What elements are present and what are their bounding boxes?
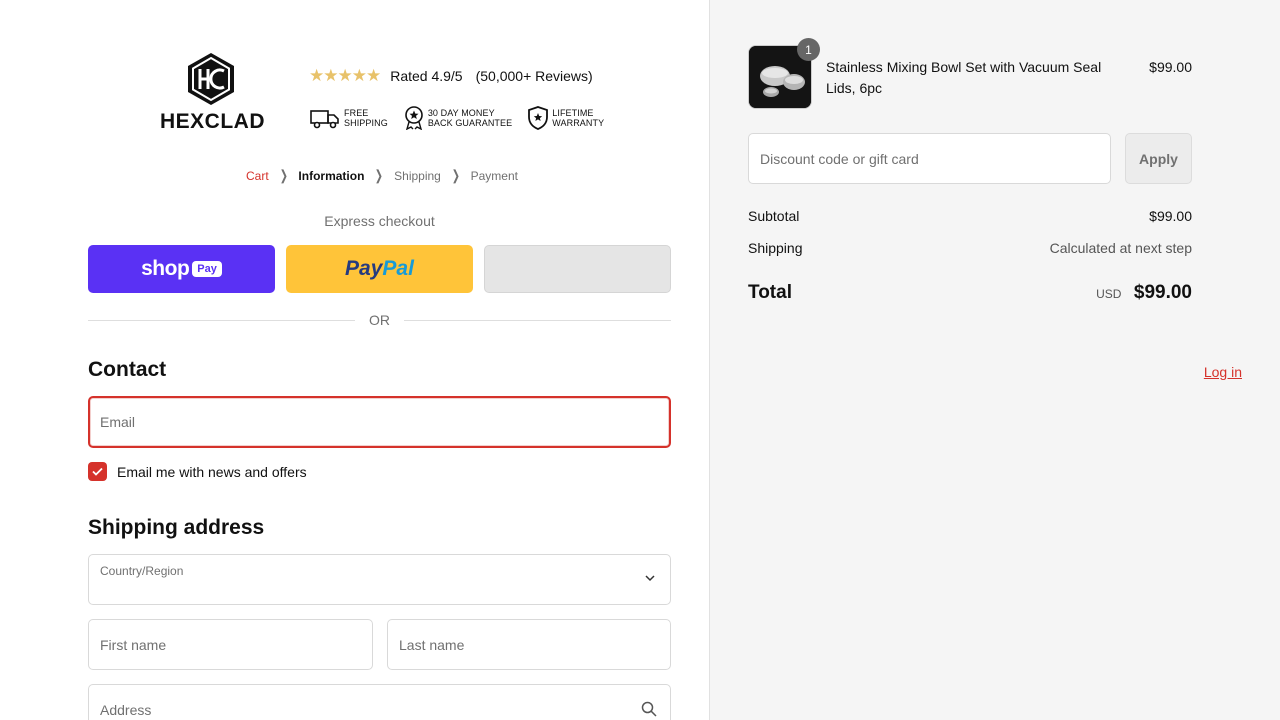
review-count: (50,000+ Reviews) bbox=[475, 68, 593, 84]
award-icon bbox=[405, 106, 423, 130]
newsletter-label: Email me with news and offers bbox=[117, 463, 307, 480]
total-value: $99.00 bbox=[1133, 282, 1192, 303]
last-name-input[interactable] bbox=[388, 620, 670, 669]
quantity-badge: 1 bbox=[797, 38, 820, 61]
shipping-row: Shipping Calculated at next step bbox=[748, 240, 1192, 256]
badge-line1: FREE bbox=[344, 108, 369, 118]
subtotal-row: Subtotal $99.00 bbox=[748, 208, 1192, 224]
shop-pay-wordmark: shop bbox=[141, 257, 190, 280]
checkmark-icon bbox=[92, 467, 103, 476]
breadcrumb-payment: Payment bbox=[470, 168, 518, 183]
breadcrumb-shipping: Shipping bbox=[394, 168, 441, 183]
discount-field[interactable] bbox=[748, 133, 1111, 184]
rating-summary: ★★★★★ Rated 4.9/5 (50,000+ Reviews) bbox=[309, 66, 593, 86]
discount-input[interactable] bbox=[749, 134, 1110, 183]
paypal-wordmark-a: Pay bbox=[345, 257, 383, 280]
total-label: Total bbox=[748, 282, 792, 303]
badge-line1: LIFETIME bbox=[552, 108, 594, 118]
subtotal-value: $99.00 bbox=[1149, 208, 1192, 224]
currency-code: USD bbox=[1096, 287, 1122, 301]
rating-stars: ★★★★★ bbox=[309, 66, 381, 85]
product-price: $99.00 bbox=[1149, 59, 1192, 75]
product-name: Stainless Mixing Bowl Set with Vacuum Se… bbox=[826, 59, 1102, 96]
first-name-input[interactable] bbox=[89, 620, 372, 669]
shipping-address-heading: Shipping address bbox=[88, 516, 265, 539]
badge-line2: WARRANTY bbox=[552, 118, 605, 128]
paypal-wordmark-b: Pal bbox=[382, 257, 414, 280]
brand-wordmark: HEXCLAD bbox=[160, 110, 266, 133]
or-divider: OR bbox=[88, 312, 671, 328]
search-icon bbox=[641, 701, 657, 717]
shop-pay-button[interactable]: shop Pay bbox=[88, 245, 275, 293]
express-checkout-label: Express checkout bbox=[324, 213, 435, 229]
chevron-right-icon: ❯ bbox=[279, 167, 288, 183]
subtotal-label: Subtotal bbox=[748, 208, 800, 224]
shipping-label: Shipping bbox=[748, 240, 803, 256]
shipping-value: Calculated at next step bbox=[1049, 240, 1192, 256]
badge-line2: BACK GUARANTEE bbox=[427, 118, 513, 128]
shield-icon bbox=[528, 106, 549, 130]
contact-heading: Contact bbox=[88, 358, 167, 381]
email-field[interactable] bbox=[88, 396, 671, 448]
breadcrumb-information: Information bbox=[298, 168, 365, 183]
chevron-down-icon bbox=[645, 575, 655, 582]
chevron-right-icon: ❯ bbox=[451, 167, 460, 183]
email-input[interactable] bbox=[90, 398, 669, 446]
badge-line2: SHIPPING bbox=[344, 118, 388, 128]
newsletter-checkbox[interactable] bbox=[88, 462, 107, 481]
country-select[interactable]: Country/Region bbox=[88, 554, 671, 605]
badge-free-shipping: FREE SHIPPING bbox=[310, 107, 388, 129]
badge-money-back: 30 DAY MONEY BACK GUARANTEE bbox=[404, 106, 512, 130]
badge-warranty: LIFETIME WARRANTY bbox=[528, 106, 604, 130]
breadcrumb-cart[interactable]: Cart bbox=[246, 169, 269, 183]
address-field[interactable] bbox=[88, 684, 671, 720]
login-link[interactable]: Log in bbox=[1204, 364, 1242, 380]
rating-text: Rated 4.9/5 bbox=[390, 68, 463, 84]
address-input[interactable] bbox=[89, 685, 670, 720]
first-name-field[interactable] bbox=[88, 619, 373, 670]
hexclad-hexagon-icon bbox=[188, 53, 234, 105]
last-name-field[interactable] bbox=[387, 619, 671, 670]
newsletter-option: Email me with news and offers bbox=[88, 462, 307, 481]
shop-pay-badge: Pay bbox=[192, 261, 222, 277]
apply-button[interactable]: Apply bbox=[1125, 133, 1192, 184]
badge-line1: 30 DAY MONEY bbox=[427, 108, 495, 118]
chevron-right-icon: ❯ bbox=[375, 167, 384, 183]
country-label: Country/Region bbox=[100, 564, 184, 578]
trust-badges: FREE SHIPPING 30 DAY MONEY BACK GUARANTEE … bbox=[310, 106, 620, 130]
express-payment-button-placeholder[interactable] bbox=[484, 245, 671, 293]
breadcrumb: Cart ❯ Information ❯ Shipping ❯ Payment bbox=[246, 167, 518, 184]
paypal-button[interactable]: Pay Pal bbox=[286, 245, 473, 293]
brand-logo[interactable]: HEXCLAD bbox=[160, 52, 266, 136]
express-checkout-buttons: shop Pay Pay Pal bbox=[88, 245, 671, 293]
total-row: Total USD $99.00 bbox=[748, 282, 1192, 304]
truck-icon bbox=[310, 110, 339, 129]
or-text: OR bbox=[369, 312, 390, 328]
